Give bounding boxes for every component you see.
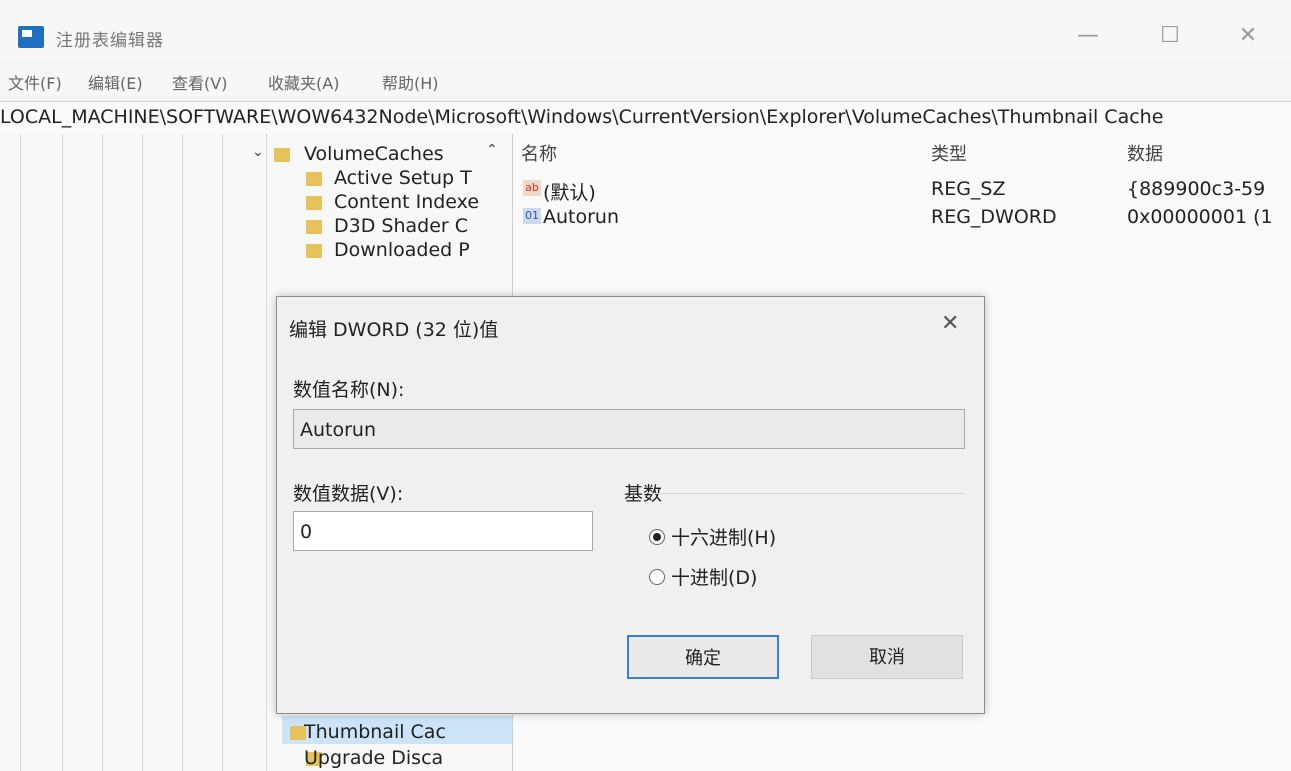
minimize-button[interactable]: — — [1068, 20, 1108, 52]
dialog-title: 编辑 DWORD (32 位)值 — [289, 319, 499, 341]
tree-label: VolumeCaches — [304, 143, 444, 165]
base-group-divider — [652, 493, 964, 494]
tree-item-volumecaches[interactable]: ⌄ VolumeCaches — [0, 142, 512, 166]
menu-favorites[interactable]: 收藏夹(A) — [268, 70, 339, 94]
list-row[interactable]: ab (默认) REG_SZ {889900c3-59 — [513, 176, 1291, 204]
column-header-data[interactable]: 数据 — [1127, 140, 1163, 166]
folder-icon — [306, 220, 322, 234]
regedit-icon — [18, 26, 44, 48]
dialog-close-button[interactable]: ✕ — [941, 311, 959, 336]
close-button[interactable]: ✕ — [1228, 20, 1268, 52]
value-type: REG_SZ — [931, 178, 1006, 200]
menu-edit[interactable]: 编辑(E) — [88, 70, 143, 94]
tree-item[interactable]: Downloaded P — [0, 238, 512, 262]
tree-item-thumbnail-cache[interactable]: Thumbnail Cac — [0, 720, 512, 744]
address-path[interactable]: LOCAL_MACHINE\SOFTWARE\WOW6432Node\Micro… — [0, 106, 1163, 128]
tree-label: Active Setup T — [334, 167, 472, 189]
folder-icon — [306, 172, 322, 186]
maximize-button[interactable]: ☐ — [1150, 20, 1190, 52]
list-row[interactable]: 01 Autorun REG_DWORD 0x00000001 (1 — [513, 204, 1291, 230]
chevron-down-icon[interactable]: ⌄ — [252, 144, 264, 160]
value-name-field: Autorun — [293, 409, 965, 449]
value-data: 0x00000001 (1 — [1127, 206, 1273, 228]
binary-value-icon: 01 — [523, 208, 541, 224]
menu-help[interactable]: 帮助(H) — [382, 70, 439, 94]
tree-label: Content Indexe — [334, 191, 480, 213]
column-header-type[interactable]: 类型 — [931, 140, 967, 166]
folder-icon — [306, 244, 322, 258]
value-name-label: 数值名称(N): — [293, 379, 405, 401]
tree-item[interactable]: Active Setup T — [0, 166, 512, 190]
ok-button[interactable]: 确定 — [627, 635, 779, 679]
cancel-button[interactable]: 取消 — [811, 635, 963, 679]
value-data-label: 数值数据(V): — [293, 483, 404, 505]
value-data: {889900c3-59 — [1127, 178, 1266, 200]
value-name: (默认) — [543, 182, 596, 204]
value-name: Autorun — [543, 206, 620, 228]
string-value-icon: ab — [523, 180, 541, 196]
tree-item[interactable]: D3D Shader C — [0, 214, 512, 238]
tree-item[interactable]: Upgrade Disca — [0, 746, 512, 770]
decimal-radio-label[interactable]: 十进制(D) — [671, 563, 757, 590]
tree-label: Downloaded P — [334, 239, 470, 261]
tree-item[interactable]: Content Indexe — [0, 190, 512, 214]
column-header-name[interactable]: 名称 — [521, 140, 557, 166]
folder-icon — [274, 148, 290, 162]
menu-bar: 文件(F) 编辑(E) 查看(V) 收藏夹(A) 帮助(H) — [0, 64, 1291, 96]
title-bar: 注册表编辑器 — ☐ ✕ — [0, 0, 1291, 62]
hex-radio-label[interactable]: 十六进制(H) — [671, 523, 776, 550]
tree-label: Upgrade Disca — [304, 747, 444, 769]
menu-view[interactable]: 查看(V) — [172, 70, 227, 94]
value-data-input[interactable]: 0 — [293, 511, 593, 551]
menu-file[interactable]: 文件(F) — [8, 70, 62, 94]
tree-label: D3D Shader C — [334, 215, 469, 237]
decimal-radio[interactable] — [649, 569, 665, 585]
edit-dword-dialog: 编辑 DWORD (32 位)值 ✕ 数值名称(N): Autorun 数值数据… — [276, 296, 985, 714]
value-type: REG_DWORD — [931, 206, 1057, 228]
window-title: 注册表编辑器 — [56, 31, 164, 51]
folder-icon — [306, 196, 322, 210]
scroll-up-arrow-icon[interactable]: ⌃ — [486, 142, 498, 158]
hex-radio[interactable] — [649, 529, 665, 545]
address-bar[interactable]: LOCAL_MACHINE\SOFTWARE\WOW6432Node\Micro… — [0, 101, 1291, 135]
tree-label: Thumbnail Cac — [304, 721, 446, 743]
